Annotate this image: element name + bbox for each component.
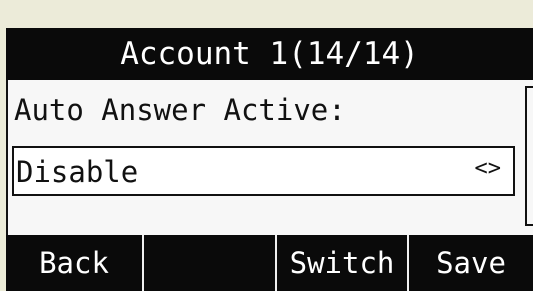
scrollbar[interactable]	[525, 86, 533, 226]
empty-softkey[interactable]	[144, 235, 275, 291]
setting-label: Auto Answer Active:	[14, 93, 346, 127]
save-button[interactable]: Save	[409, 235, 533, 291]
auto-answer-value: Disable	[16, 155, 139, 189]
phone-screen: Account 1(14/14) Auto Answer Active: Dis…	[0, 0, 533, 291]
left-right-arrows-icon[interactable]: <>	[475, 148, 502, 190]
auto-answer-select[interactable]: Disable <>	[12, 146, 515, 196]
page-title: Account 1(14/14)	[6, 28, 533, 80]
switch-button[interactable]: Switch	[277, 235, 407, 291]
softkey-bar: Back Switch Save	[6, 235, 533, 291]
top-strip	[0, 0, 533, 28]
back-button[interactable]: Back	[6, 235, 142, 291]
